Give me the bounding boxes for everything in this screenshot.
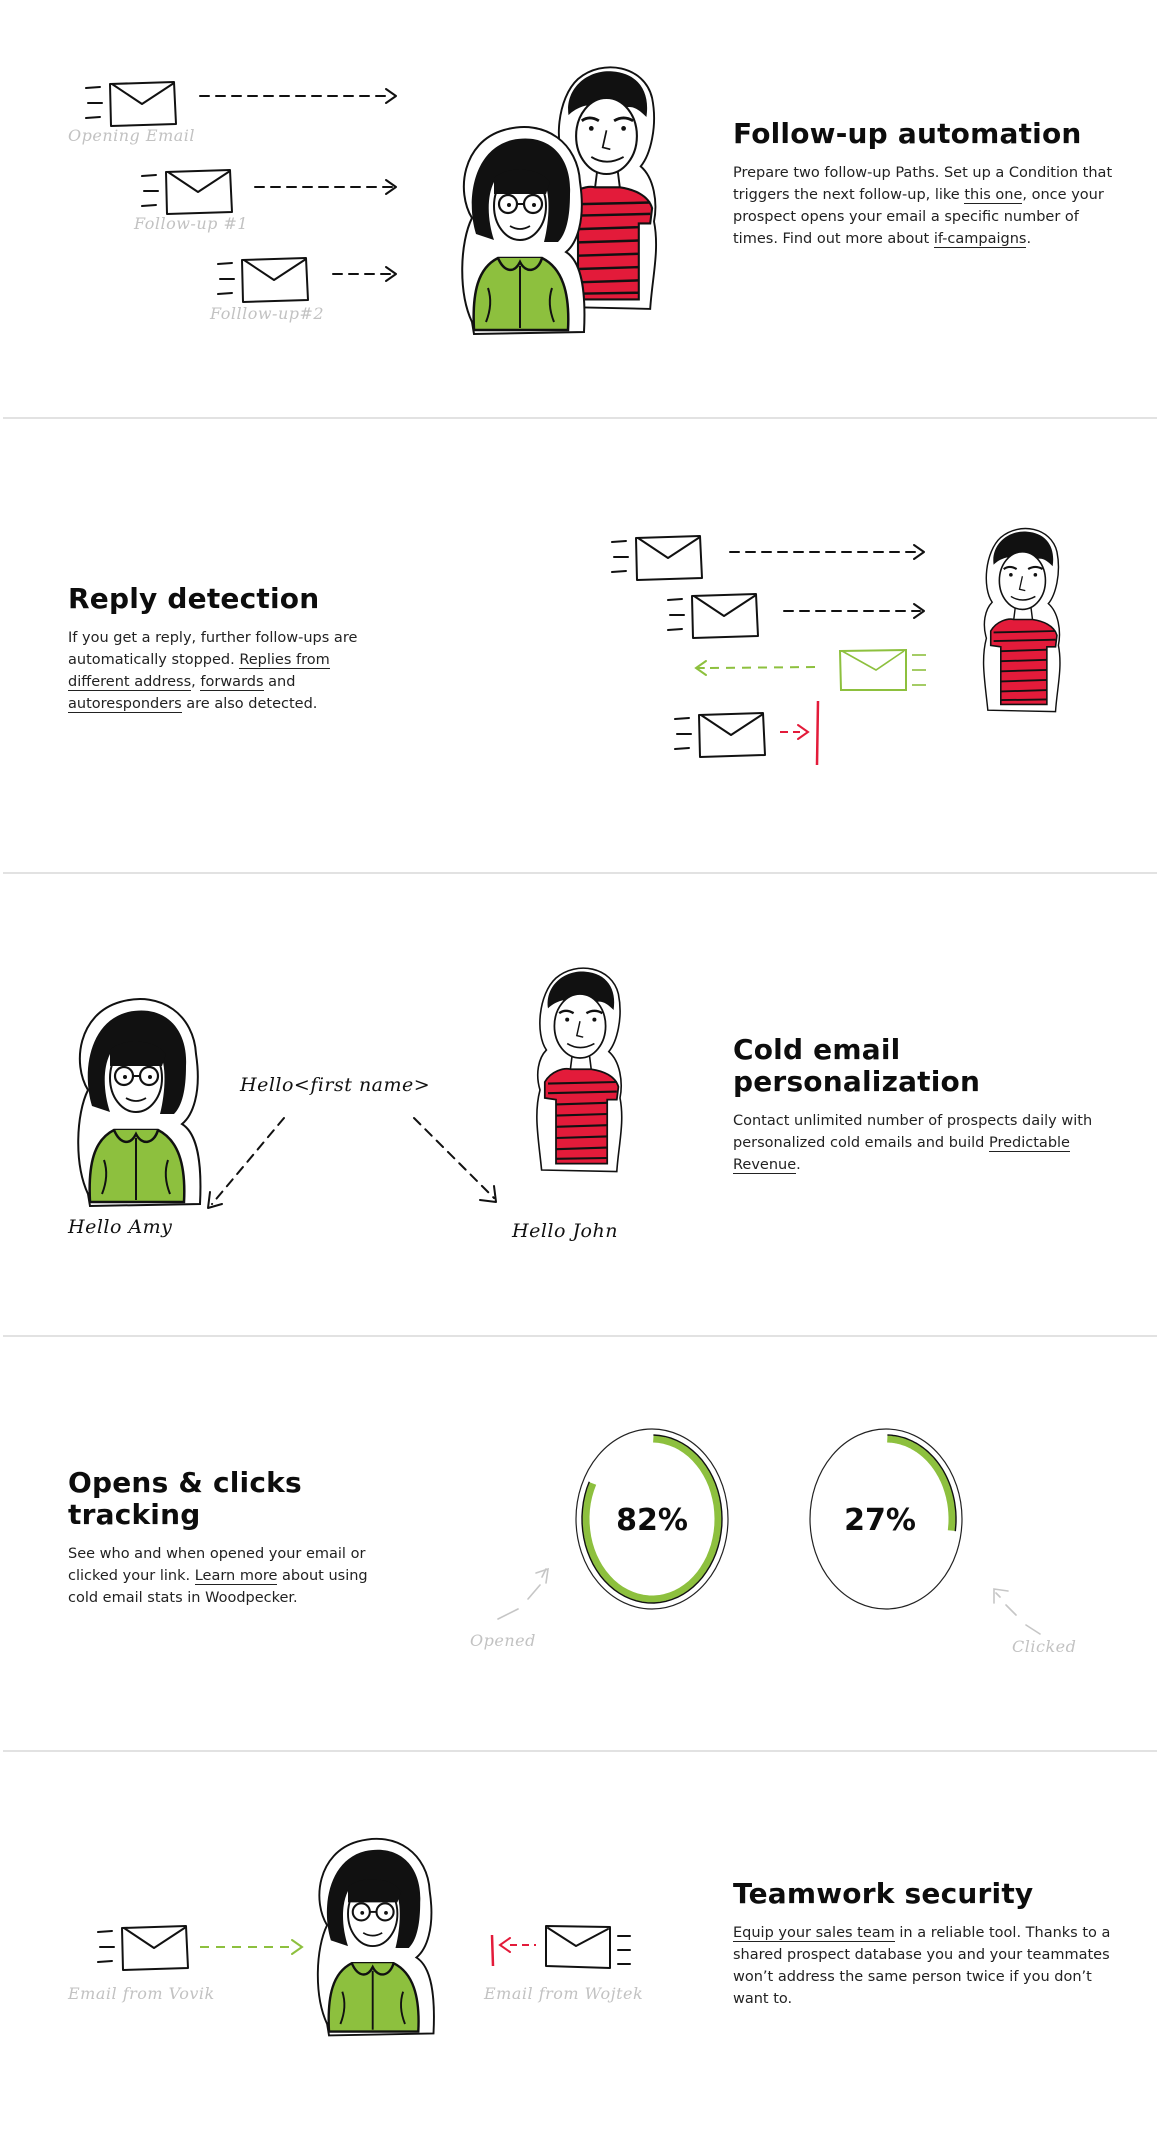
desc-text: are also detected.	[181, 696, 318, 712]
title-line: Cold email	[733, 1033, 901, 1066]
reply-envelope-icon	[838, 648, 926, 691]
woman-avatar	[76, 997, 202, 1208]
hello-amy-label: Hello Amy	[68, 1216, 173, 1238]
opened-arrow	[497, 1568, 547, 1620]
follow-up-illustration	[85, 65, 658, 336]
rejected-arrow-head	[498, 1937, 511, 1953]
block-barrier	[490, 1934, 495, 1967]
reply-arrow-head	[694, 660, 707, 676]
teamwork-illustration	[97, 1837, 631, 2037]
section-opens-clicks-tracking: Opens & clicks tracking See who and when …	[0, 1337, 1161, 1750]
label-opening-email: Opening Email	[68, 126, 196, 145]
feature-text: Cold email personalization Contact unlimi…	[733, 1034, 1113, 1176]
envelope-icon	[141, 169, 233, 215]
feature-description: Equip your sales team in a reliable tool…	[733, 1922, 1113, 2010]
feature-description: Contact unlimited number of prospects da…	[733, 1110, 1113, 1176]
section-teamwork-security: Email from Vovik Email from Wojtek Teamw…	[0, 1752, 1161, 2139]
feature-title: Reply detection	[68, 582, 320, 615]
section-reply-detection: Reply detection If you get a reply, furt…	[0, 419, 1161, 873]
desc-text: and	[263, 674, 296, 690]
equip-sales-team-link[interactable]: Equip your sales team	[733, 1925, 895, 1942]
email-from-wojtek-label: Email from Wojtek	[484, 1984, 644, 2003]
envelope-icon	[667, 593, 759, 639]
envelope-icon	[217, 257, 309, 303]
tracking-gauges: 82% 27%	[497, 1428, 1041, 1635]
feature-text: Reply detection If you get a reply, furt…	[68, 583, 388, 715]
label-follow-up-2: Folllow-up#2	[210, 304, 325, 323]
feature-title: Teamwork security	[733, 1877, 1034, 1910]
feature-text: Follow-up automation Prepare two follow-…	[733, 118, 1113, 250]
arrow-head	[479, 1185, 497, 1203]
envelope-icon	[545, 1925, 631, 1969]
section-cold-email-personalization: Hello<first name> Hello Amy Hello John C…	[0, 874, 1161, 1336]
reply-arrow	[709, 666, 819, 669]
woman-avatar	[316, 1837, 436, 2037]
desc-text: ,	[191, 674, 201, 690]
feature-title: Follow-up automation	[733, 117, 1082, 150]
envelope-icon	[611, 535, 703, 581]
feature-description: Prepare two follow-up Paths. Set up a Co…	[733, 162, 1113, 250]
opened-label: Opened	[470, 1631, 536, 1650]
blocked-envelope-icon	[674, 712, 766, 758]
if-campaigns-link[interactable]: if-campaigns	[933, 231, 1027, 248]
envelope-icon	[97, 1925, 189, 1971]
stop-barrier	[815, 700, 820, 766]
envelope-icon	[85, 81, 177, 127]
feature-text: Teamwork security Equip your sales team …	[733, 1878, 1113, 2010]
clicked-label: Clicked	[1012, 1637, 1077, 1656]
email-from-vovik-label: Email from Vovik	[68, 1984, 215, 2003]
desc-text: .	[796, 1157, 801, 1173]
arrow-head	[385, 88, 397, 104]
arrow-to-john	[413, 1117, 495, 1199]
template-label: Hello<first name>	[240, 1074, 431, 1096]
accepted-arrow-head	[291, 1939, 304, 1955]
forwards-link[interactable]: forwards	[200, 674, 264, 691]
feature-description: If you get a reply, further follow-ups a…	[68, 627, 388, 715]
clicked-arrow-head	[993, 1588, 1009, 1604]
reply-detection-illustration	[611, 527, 1062, 766]
gauge-opened-value: 82%	[616, 1503, 688, 1538]
feature-title: Cold email personalization	[733, 1034, 1113, 1098]
label-follow-up-1: Follow-up #1	[134, 214, 249, 233]
hello-john-label: Hello John	[512, 1220, 618, 1242]
this-one-link[interactable]: this one	[964, 187, 1023, 204]
man-avatar	[982, 527, 1062, 713]
title-line: personalization	[733, 1065, 981, 1098]
desc-text: .	[1026, 231, 1032, 247]
personalization-illustration	[76, 966, 623, 1209]
woman-avatar	[460, 125, 586, 336]
section-follow-up-automation: Opening Email Follow-up #1 Folllow-up#2 …	[0, 0, 1161, 418]
autoresponders-link[interactable]: autoresponders	[68, 696, 182, 713]
man-avatar	[535, 966, 623, 1173]
arrow-to-amy	[211, 1117, 285, 1205]
gauge-clicked-value: 27%	[844, 1503, 916, 1538]
clicked-arrow	[995, 1592, 1041, 1635]
